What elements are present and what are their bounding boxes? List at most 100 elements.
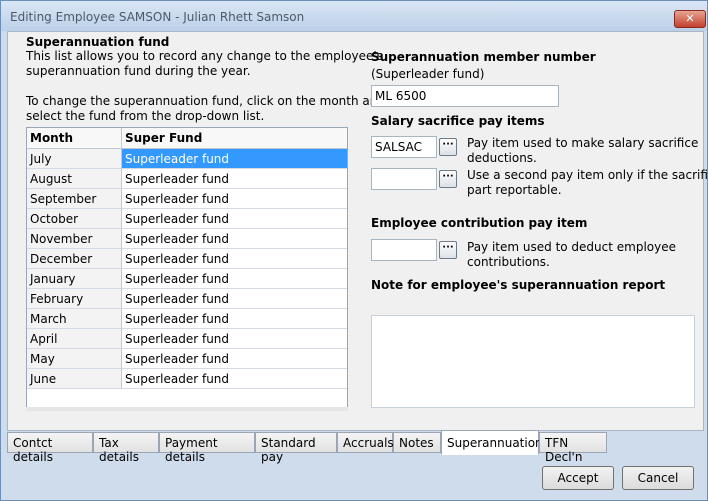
super-fund-cell[interactable]: Superleader fund	[122, 369, 347, 389]
salary-sacrifice-item1-field[interactable]: SALSAC	[371, 136, 437, 158]
column-header-month: Month	[30, 131, 74, 145]
table-row[interactable]: December Superleader fund	[27, 249, 347, 269]
table-row[interactable]: September Superleader fund	[27, 189, 347, 209]
column-header-super-fund: Super Fund	[125, 131, 203, 145]
employee-contribution-field[interactable]	[371, 239, 437, 261]
month-cell[interactable]: March	[27, 309, 122, 329]
super-fund-cell[interactable]: Superleader fund	[122, 209, 347, 229]
month-label: February	[30, 292, 84, 306]
month-cell[interactable]: January	[27, 269, 122, 289]
salary-item1-desc-line1: Pay item used to make salary sacrifice	[467, 136, 699, 150]
super-fund-cell[interactable]: Superleader fund	[122, 329, 347, 349]
super-fund-desc-line2: superannuation fund during the year.	[26, 64, 251, 78]
tab-label: TFN Decl'n	[545, 436, 583, 464]
accept-button[interactable]: Accept	[542, 466, 614, 490]
month-cell[interactable]: October	[27, 209, 122, 229]
month-label: August	[30, 172, 72, 186]
month-cell[interactable]: December	[27, 249, 122, 269]
tab-tfn-declaration[interactable]: TFN Decl'n	[539, 432, 607, 464]
member-number-field[interactable]: ML 6500	[371, 85, 559, 107]
table-row[interactable]: July Superleader fund	[27, 149, 347, 169]
super-fund-instruction-line2: select the fund from the drop-down list.	[26, 109, 265, 123]
tab-contact-details[interactable]: Contct details	[7, 432, 93, 464]
note-heading: Note for employee's superannuation repor…	[371, 278, 666, 292]
month-label: April	[30, 332, 58, 346]
super-fund-value: Superleader fund	[125, 172, 230, 186]
super-fund-cell[interactable]: Superleader fund	[122, 289, 347, 309]
table-header: Month Super Fund	[27, 128, 347, 149]
employee-contribution-lookup-icon[interactable]: ···	[439, 241, 457, 259]
super-fund-value: Superleader fund	[125, 212, 230, 226]
super-fund-cell[interactable]: Superleader fund	[122, 169, 347, 189]
super-fund-cell[interactable]: Superleader fund	[122, 229, 347, 249]
tab-superannuation[interactable]: Superannuation	[441, 430, 543, 455]
month-cell[interactable]: September	[27, 189, 122, 209]
super-fund-value: Superleader fund	[125, 312, 230, 326]
super-fund-table: Month Super Fund July Superleader fund Aug…	[26, 127, 348, 409]
superannuation-note-field[interactable]	[371, 315, 695, 408]
cancel-button[interactable]: Cancel	[622, 466, 694, 490]
month-label: October	[30, 212, 79, 226]
table-row[interactable]: June Superleader fund	[27, 369, 347, 389]
member-number-fund-label: (Superleader fund)	[371, 67, 485, 81]
month-cell[interactable]: July	[27, 149, 122, 169]
salary-item1-lookup-icon[interactable]: ···	[439, 138, 457, 156]
super-fund-value: Superleader fund	[125, 332, 230, 346]
salary-item2-desc-line2: part reportable.	[467, 183, 562, 197]
super-fund-cell[interactable]: Superleader fund	[122, 189, 347, 209]
salary-item2-lookup-icon[interactable]: ···	[439, 170, 457, 188]
month-cell[interactable]: February	[27, 289, 122, 309]
tab-label: Superannuation	[447, 436, 543, 450]
month-cell[interactable]: June	[27, 369, 122, 389]
tab-label: Standard pay	[261, 436, 316, 464]
tab-label: Payment details	[165, 436, 218, 464]
super-fund-value: Superleader fund	[125, 152, 230, 166]
member-number-label: Superannuation member number	[371, 50, 596, 64]
month-label: July	[30, 152, 52, 166]
super-fund-heading: Superannuation fund	[26, 35, 170, 49]
tab-label: Notes	[399, 436, 434, 450]
title-bar[interactable]: Editing Employee SAMSON - Julian Rhett S…	[1, 1, 707, 31]
super-fund-value: Superleader fund	[125, 292, 230, 306]
super-fund-cell[interactable]: Superleader fund	[122, 349, 347, 369]
tab-standard-pay[interactable]: Standard pay	[255, 432, 337, 464]
table-scrollbar[interactable]	[26, 407, 348, 411]
table-row[interactable]: May Superleader fund	[27, 349, 347, 369]
month-label: November	[30, 232, 93, 246]
month-cell[interactable]: November	[27, 229, 122, 249]
window-title: Editing Employee SAMSON - Julian Rhett S…	[10, 10, 305, 24]
tab-payment-details[interactable]: Payment details	[159, 432, 255, 464]
super-fund-cell[interactable]: Superleader fund	[122, 249, 347, 269]
table-row[interactable]: March Superleader fund	[27, 309, 347, 329]
super-fund-value: Superleader fund	[125, 352, 230, 366]
table-row[interactable]: April Superleader fund	[27, 329, 347, 349]
table-row[interactable]: February Superleader fund	[27, 289, 347, 309]
super-fund-instruction-line1: To change the superannuation fund, click…	[26, 94, 385, 108]
super-fund-cell[interactable]: Superleader fund	[122, 149, 347, 169]
table-row[interactable]: November Superleader fund	[27, 229, 347, 249]
table-row[interactable]: October Superleader fund	[27, 209, 347, 229]
table-row[interactable]: January Superleader fund	[27, 269, 347, 289]
super-fund-value: Superleader fund	[125, 252, 230, 266]
month-label: December	[30, 252, 93, 266]
super-fund-cell[interactable]: Superleader fund	[122, 269, 347, 289]
tab-label: Tax details	[99, 436, 139, 464]
employee-contribution-desc-line2: contributions.	[467, 255, 550, 269]
salary-item2-desc-line1: Use a second pay item only if the sacrif…	[467, 168, 708, 182]
month-label: September	[30, 192, 97, 206]
month-label: May	[30, 352, 55, 366]
month-cell[interactable]: April	[27, 329, 122, 349]
close-icon[interactable]: ✕	[674, 10, 706, 28]
super-fund-value: Superleader fund	[125, 192, 230, 206]
super-fund-cell[interactable]: Superleader fund	[122, 309, 347, 329]
tab-notes[interactable]: Notes	[393, 432, 441, 453]
month-cell[interactable]: May	[27, 349, 122, 369]
editing-employee-window: Editing Employee SAMSON - Julian Rhett S…	[0, 0, 708, 501]
salary-sacrifice-item1-value: SALSAC	[375, 140, 422, 154]
tab-tax-details[interactable]: Tax details	[93, 432, 159, 464]
tab-accruals[interactable]: Accruals	[337, 432, 394, 453]
super-fund-value: Superleader fund	[125, 372, 230, 386]
table-row[interactable]: August Superleader fund	[27, 169, 347, 189]
month-cell[interactable]: August	[27, 169, 122, 189]
salary-sacrifice-item2-field[interactable]	[371, 168, 437, 190]
